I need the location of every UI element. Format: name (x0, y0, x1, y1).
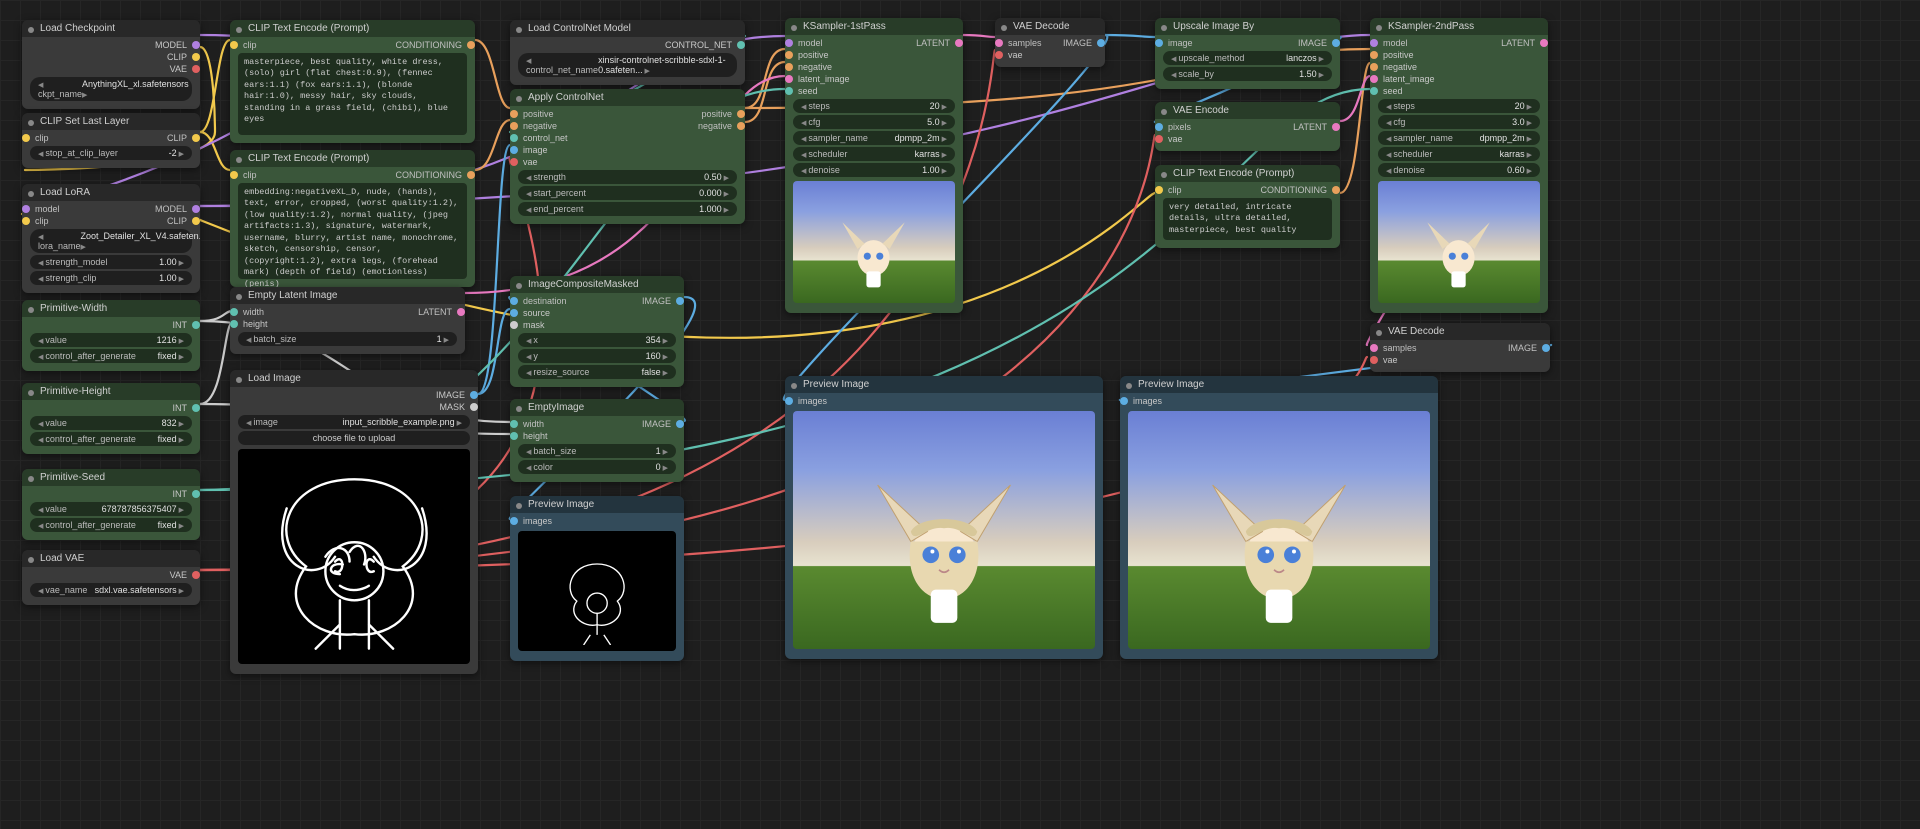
widget-ckpt-name[interactable]: ckpt_nameAnythingXL_xl.safetensors (30, 77, 192, 101)
node-ksampler-2ndpass[interactable]: KSampler-2ndPass model LATENT positive n… (1370, 18, 1548, 313)
widget-y[interactable]: y160 (518, 349, 676, 363)
node-title: Load Image (248, 373, 301, 384)
node-graph-canvas[interactable]: Load Checkpoint MODEL CLIP VAE ckpt_name… (0, 0, 1920, 829)
widget-scheduler[interactable]: schedulerkarras (793, 147, 955, 161)
node-title: Load LoRA (40, 187, 90, 198)
widget-sampler-name[interactable]: sampler_namedpmpp_2m (1378, 131, 1540, 145)
node-load-checkpoint[interactable]: Load Checkpoint MODEL CLIP VAE ckpt_name… (22, 20, 200, 109)
widget-batch-size[interactable]: batch_size1 (238, 332, 457, 346)
scribble-preview-small (518, 531, 676, 651)
choose-file-button[interactable]: choose file to upload (238, 431, 470, 445)
widget-resize-source[interactable]: resize_sourcefalse (518, 365, 676, 379)
node-upscale-image-by[interactable]: Upscale Image By image IMAGE upscale_met… (1155, 18, 1340, 89)
node-vae-decode-2[interactable]: VAE Decode samples IMAGE vae (1370, 323, 1550, 372)
node-empty-image[interactable]: EmptyImage width IMAGE height batch_size… (510, 399, 684, 482)
node-title: Load VAE (40, 553, 84, 564)
prompt-text[interactable]: embedding:negativeXL_D, nude, (hands), t… (238, 183, 467, 279)
widget-value[interactable]: value832 (30, 416, 192, 430)
node-apply-controlnet[interactable]: Apply ControlNet positive positive negat… (510, 89, 745, 224)
node-load-lora[interactable]: Load LoRA model MODEL clip CLIP lora_nam… (22, 184, 200, 293)
node-title: KSampler-2ndPass (1388, 21, 1474, 32)
node-preview-image-small[interactable]: Preview Image images (510, 496, 684, 661)
node-title: Preview Image (528, 499, 594, 510)
preview-image (1128, 411, 1430, 649)
widget-x[interactable]: x354 (518, 333, 676, 347)
widget-lora-name[interactable]: lora_nameZoot_Detailer_XL_V4.safeten... (30, 229, 192, 253)
node-clip-text-encode-positive[interactable]: CLIP Text Encode (Prompt) clip CONDITION… (230, 20, 475, 143)
node-load-controlnet-model[interactable]: Load ControlNet Model CONTROL_NET contro… (510, 20, 745, 85)
prompt-text[interactable]: very detailed, intricate details, ultra … (1163, 198, 1332, 240)
node-clip-text-encode-detail[interactable]: CLIP Text Encode (Prompt) clip CONDITION… (1155, 165, 1340, 248)
node-ksampler-1stpass[interactable]: KSampler-1stPass model LATENT positive n… (785, 18, 963, 313)
ksampler-preview (793, 181, 955, 303)
node-title: Empty Latent Image (248, 290, 338, 301)
widget-cfg[interactable]: cfg5.0 (793, 115, 955, 129)
node-preview-image-2[interactable]: Preview Image images (1120, 376, 1438, 659)
preview-image (793, 411, 1095, 649)
widget-strength-clip[interactable]: strength_clip1.00 (30, 271, 192, 285)
node-title: VAE Decode (1388, 326, 1445, 337)
node-title: Primitive-Height (40, 386, 111, 397)
node-load-image[interactable]: Load Image IMAGE MASK imageinput_scribbl… (230, 370, 478, 674)
node-title: Load ControlNet Model (528, 23, 631, 34)
node-title: VAE Decode (1013, 21, 1070, 32)
node-title: CLIP Set Last Layer (40, 116, 129, 127)
node-title: KSampler-1stPass (803, 21, 886, 32)
node-vae-decode-1[interactable]: VAE Decode samples IMAGE vae (995, 18, 1105, 67)
widget-stop-at-clip-layer[interactable]: stop_at_clip_layer-2 (30, 146, 192, 160)
widget-control-after-generate[interactable]: control_after_generatefixed (30, 518, 192, 532)
prompt-text[interactable]: masterpiece, best quality, white dress, … (238, 53, 467, 135)
widget-color[interactable]: color0 (518, 460, 676, 474)
widget-value[interactable]: value678787856375407 (30, 502, 192, 516)
scribble-preview (238, 449, 470, 664)
ksampler-preview (1378, 181, 1540, 303)
node-primitive-width[interactable]: Primitive-Width INT value1216 control_af… (22, 300, 200, 371)
node-title: Upscale Image By (1173, 21, 1254, 32)
node-vae-encode[interactable]: VAE Encode pixels LATENT vae (1155, 102, 1340, 151)
widget-control-net-name[interactable]: control_net_namexinsir-controlnet-scribb… (518, 53, 737, 77)
widget-scale-by[interactable]: scale_by1.50 (1163, 67, 1332, 81)
widget-denoise[interactable]: denoise1.00 (793, 163, 955, 177)
node-clip-set-last-layer[interactable]: CLIP Set Last Layer clip CLIP stop_at_cl… (22, 113, 200, 168)
node-title: EmptyImage (528, 402, 584, 413)
node-title: CLIP Text Encode (Prompt) (248, 153, 369, 164)
widget-batch-size[interactable]: batch_size1 (518, 444, 676, 458)
widget-scheduler[interactable]: schedulerkarras (1378, 147, 1540, 161)
node-load-vae[interactable]: Load VAE VAE vae_namesdxl.vae.safetensor… (22, 550, 200, 605)
widget-strength-model[interactable]: strength_model1.00 (30, 255, 192, 269)
widget-steps[interactable]: steps20 (1378, 99, 1540, 113)
node-primitive-height[interactable]: Primitive-Height INT value832 control_af… (22, 383, 200, 454)
node-title: Load Checkpoint (40, 23, 115, 34)
node-title: Primitive-Width (40, 303, 107, 314)
widget-cfg[interactable]: cfg3.0 (1378, 115, 1540, 129)
node-title: ImageCompositeMasked (528, 279, 639, 290)
node-image-composite-masked[interactable]: ImageCompositeMasked destination IMAGE s… (510, 276, 684, 387)
node-title: CLIP Text Encode (Prompt) (248, 23, 369, 34)
widget-control-after-generate[interactable]: control_after_generatefixed (30, 349, 192, 363)
node-title: VAE Encode (1173, 105, 1229, 116)
node-title: Preview Image (1138, 379, 1204, 390)
node-title: Preview Image (803, 379, 869, 390)
node-title: Primitive-Seed (40, 472, 105, 483)
widget-start-percent[interactable]: start_percent0.000 (518, 186, 737, 200)
widget-sampler-name[interactable]: sampler_namedpmpp_2m (793, 131, 955, 145)
node-clip-text-encode-negative[interactable]: CLIP Text Encode (Prompt) clip CONDITION… (230, 150, 475, 287)
node-primitive-seed[interactable]: Primitive-Seed INT value678787856375407 … (22, 469, 200, 540)
widget-strength[interactable]: strength0.50 (518, 170, 737, 184)
node-title: Apply ControlNet (528, 92, 604, 103)
widget-image[interactable]: imageinput_scribble_example.png (238, 415, 470, 429)
widget-denoise[interactable]: denoise0.60 (1378, 163, 1540, 177)
node-preview-image-1[interactable]: Preview Image images (785, 376, 1103, 659)
node-title: CLIP Text Encode (Prompt) (1173, 168, 1294, 179)
widget-end-percent[interactable]: end_percent1.000 (518, 202, 737, 216)
widget-upscale-method[interactable]: upscale_methodlanczos (1163, 51, 1332, 65)
node-empty-latent-image[interactable]: Empty Latent Image width LATENT height b… (230, 287, 465, 354)
widget-control-after-generate[interactable]: control_after_generatefixed (30, 432, 192, 446)
widget-vae-name[interactable]: vae_namesdxl.vae.safetensors (30, 583, 192, 597)
widget-steps[interactable]: steps20 (793, 99, 955, 113)
widget-value[interactable]: value1216 (30, 333, 192, 347)
